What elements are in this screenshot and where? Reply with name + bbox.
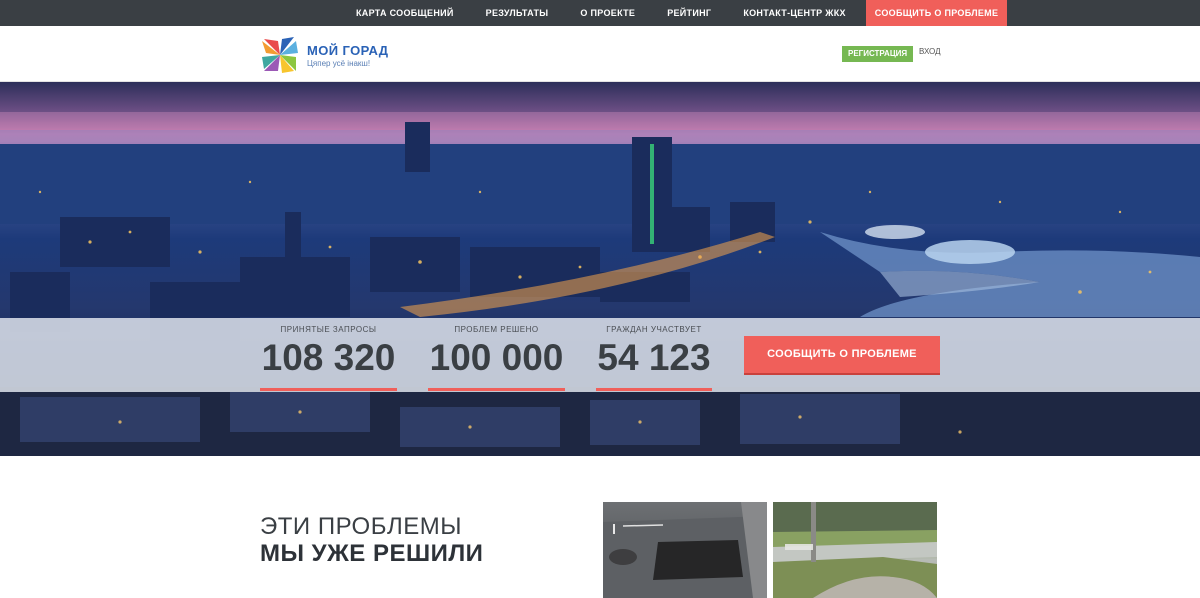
site-header: МОЙ ГОРАД Цяпер усё інакш! РЕГИСТРАЦИЯ В… — [0, 26, 1200, 82]
stat-underline — [260, 388, 397, 391]
stat-value: 54 123 — [597, 337, 711, 378]
road-photo-image — [603, 502, 767, 598]
nav-report-problem-button[interactable]: Сообщить о проблеме — [865, 0, 1008, 26]
top-nav-items: Карта сообщений Результаты О проекте Рей… — [340, 0, 1008, 26]
nav-item-about[interactable]: О проекте — [564, 0, 651, 26]
solved-problem-photo-road[interactable] — [603, 502, 767, 598]
stat-underline — [596, 388, 712, 391]
solved-problem-photo-sidewalk[interactable] — [773, 502, 937, 598]
top-navigation: Карта сообщений Результаты О проекте Рей… — [0, 0, 1200, 26]
stat-citizens-participating: Граждан участвует 54 123 — [596, 325, 712, 378]
hero-city-panorama: Принятые запросы 108 320 Проблем решено … — [0, 82, 1200, 456]
solved-section-subtitle: МЫ УЖЕ РЕШИЛИ — [260, 540, 484, 567]
brand-name[interactable]: МОЙ ГОРАД — [307, 43, 388, 58]
register-button[interactable]: РЕГИСТРАЦИЯ — [842, 46, 914, 62]
stat-underline — [428, 388, 565, 391]
logo-icon[interactable] — [260, 35, 300, 75]
nav-item-rating[interactable]: Рейтинг — [651, 0, 727, 26]
stat-label: Принятые запросы — [280, 325, 377, 334]
stat-label: Проблем решено — [454, 325, 539, 334]
sidewalk-photo-image — [773, 502, 937, 598]
stat-requests-received: Принятые запросы 108 320 — [260, 325, 397, 378]
stat-value: 108 320 — [261, 337, 396, 378]
login-link[interactable]: ВХОД — [919, 47, 941, 56]
statistics-band: Принятые запросы 108 320 Проблем решено … — [0, 318, 1200, 392]
stat-label: Граждан участвует — [606, 325, 702, 334]
brand-tagline: Цяпер усё інакш! — [307, 59, 371, 68]
stat-problems-solved: Проблем решено 100 000 — [428, 325, 565, 378]
nav-item-contact-center[interactable]: Контакт-центр ЖКХ — [727, 0, 861, 26]
city-skyline-image — [0, 112, 1200, 456]
solved-section-title: ЭТИ ПРОБЛЕМЫ — [260, 513, 462, 540]
report-problem-button[interactable]: Сообщить о проблеме — [744, 336, 940, 373]
nav-item-messages-map[interactable]: Карта сообщений — [340, 0, 470, 26]
stat-value: 100 000 — [429, 337, 564, 378]
nav-item-results[interactable]: Результаты — [470, 0, 565, 26]
